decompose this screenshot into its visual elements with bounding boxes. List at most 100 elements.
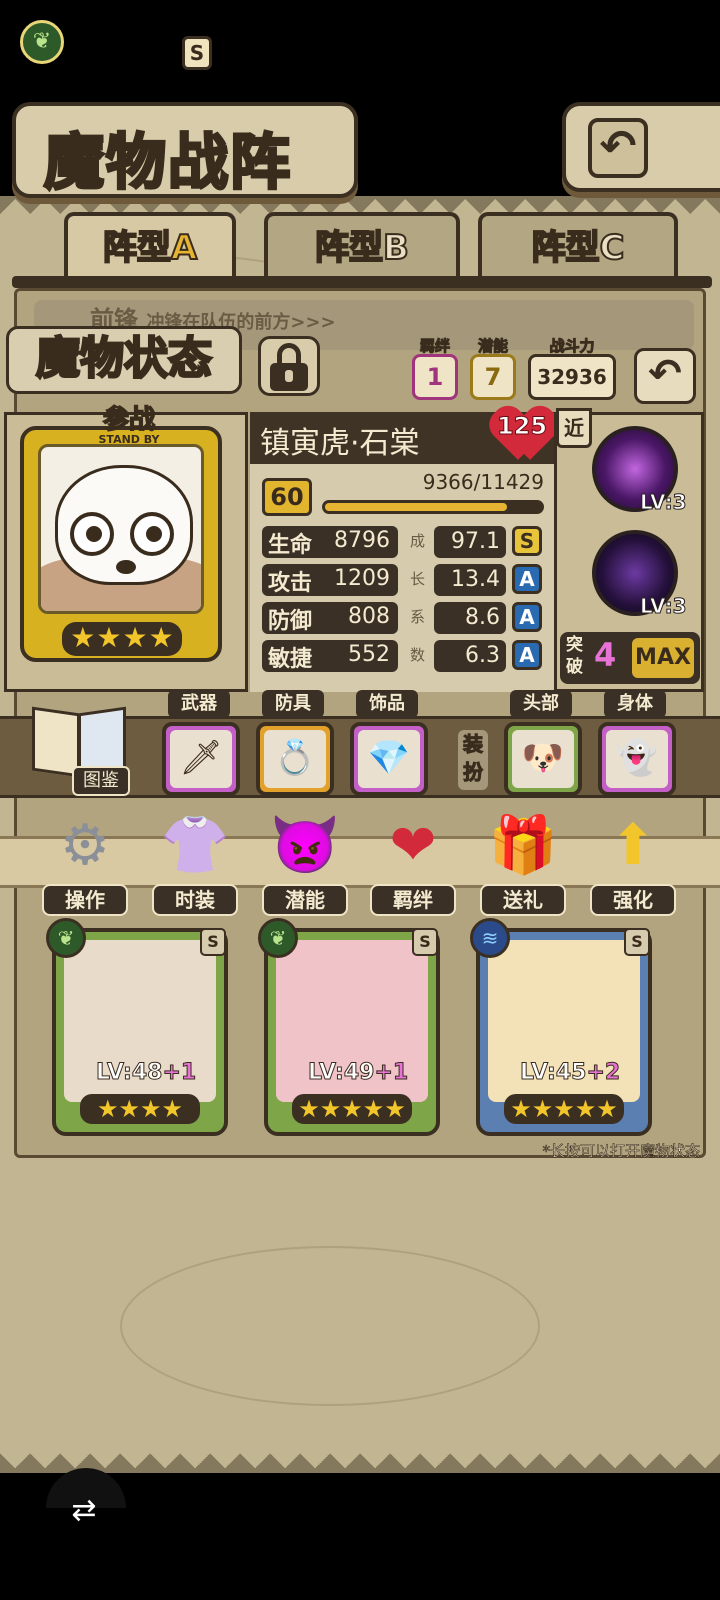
ghost-body-icon: 👻 bbox=[606, 730, 668, 788]
leaf-icon: ❦ bbox=[258, 918, 298, 958]
action-label: 操作 bbox=[42, 884, 128, 916]
body-slot-label: 身体 bbox=[604, 690, 666, 718]
bond-counter[interactable]: 羁绊 1 bbox=[412, 337, 458, 400]
star-icon: ★ bbox=[384, 1095, 406, 1123]
dog-head-icon: 🐶 bbox=[512, 730, 574, 788]
monster-name: 镇寅虎·石棠 bbox=[260, 426, 420, 461]
exp-bar bbox=[322, 500, 544, 514]
stat-value: 552 bbox=[348, 642, 390, 667]
long-press-hint: *长按可以打开魔物状态 bbox=[542, 1142, 700, 1161]
bond-value: 1 bbox=[426, 363, 444, 391]
tab-letter: B bbox=[382, 227, 410, 269]
tab-formation-a[interactable]: 阵型A bbox=[64, 212, 236, 278]
action-upgrade-button[interactable]: ⬆ 强化 bbox=[590, 808, 676, 916]
affection-value: 125 bbox=[496, 412, 548, 441]
action-bond-button[interactable]: ❤ 羁绊 bbox=[370, 808, 456, 916]
team-level-plus: +1 bbox=[162, 1060, 197, 1086]
accessory-slot[interactable]: 💎 bbox=[350, 722, 428, 796]
stat-value: 1209 bbox=[334, 566, 390, 591]
potential-counter[interactable]: 潜能 7 bbox=[470, 337, 516, 400]
star-icon: ★ bbox=[96, 621, 122, 654]
action-gift-button[interactable]: 🎁 送礼 bbox=[480, 808, 566, 916]
break-label: 突破 bbox=[566, 635, 583, 677]
break-value: 4 bbox=[594, 636, 617, 674]
growth-caption: 长 bbox=[410, 570, 426, 588]
return-icon: ↶ bbox=[648, 351, 682, 397]
head-slot[interactable]: 🐶 bbox=[504, 722, 582, 796]
exp-text: 9366/11429 bbox=[422, 470, 544, 494]
outfit-icon: 👚 bbox=[160, 813, 230, 878]
back-button[interactable]: ↶ bbox=[562, 102, 720, 192]
star-icon: ★ bbox=[362, 1095, 385, 1123]
portrait-face bbox=[55, 465, 193, 585]
codex-label: 图鉴 bbox=[72, 766, 130, 796]
star-icon: ★ bbox=[148, 621, 174, 654]
formation-tabs: 阵型A 阵型B 阵型C bbox=[12, 212, 712, 278]
rank-badge: A bbox=[512, 564, 542, 594]
level-badge: 60 bbox=[262, 478, 312, 516]
action-outfit-button[interactable]: 👚 时装 bbox=[152, 808, 238, 916]
star-icon: ★ bbox=[96, 1095, 119, 1123]
action-label: 潜能 bbox=[262, 884, 348, 916]
bond-label: 羁绊 bbox=[419, 337, 450, 356]
action-operate-button[interactable]: ⚙ 操作 bbox=[42, 808, 128, 916]
hearts-icon: ❤ bbox=[389, 813, 437, 878]
stat-value: 8796 bbox=[334, 528, 390, 553]
exp-fill bbox=[325, 503, 508, 511]
action-potential-button[interactable]: 👿 潜能 bbox=[262, 808, 348, 916]
armor-slot-label: 防具 bbox=[262, 690, 324, 718]
star-icon: ★ bbox=[122, 621, 148, 654]
close-status-button[interactable]: ↶ bbox=[634, 348, 696, 404]
weapon-slot-label: 武器 bbox=[168, 690, 230, 718]
power-label: 战斗力 bbox=[549, 337, 595, 356]
grade-badge: S bbox=[182, 36, 212, 70]
star-icon: ★ bbox=[118, 1095, 140, 1123]
star-icon: ★ bbox=[341, 1095, 363, 1123]
tab-letter: C bbox=[599, 227, 626, 269]
stat-box: 生命 8796 bbox=[262, 526, 398, 558]
team-star-rating: ★★★★★ bbox=[504, 1094, 624, 1124]
star-icon: ★ bbox=[319, 1095, 342, 1123]
growth-caption: 数 bbox=[410, 646, 426, 664]
growth-value: 97.1 bbox=[434, 526, 506, 558]
body-slot[interactable]: 👻 bbox=[598, 722, 676, 796]
team-star-rating: ★★★★ bbox=[80, 1094, 200, 1124]
potential-label: 潜能 bbox=[477, 337, 508, 356]
growth-value: 13.4 bbox=[434, 564, 506, 596]
growth-value: 8.6 bbox=[434, 602, 506, 634]
action-label: 送礼 bbox=[480, 884, 566, 916]
tab-formation-b[interactable]: 阵型B bbox=[264, 212, 460, 278]
tab-label: 阵型 bbox=[314, 227, 384, 269]
max-button[interactable]: MAX bbox=[632, 638, 694, 678]
team-grade-badge: S bbox=[200, 928, 226, 956]
gear-icon: ⚙ bbox=[59, 813, 111, 878]
leaf-icon: ❦ bbox=[20, 20, 64, 64]
head-slot-label: 头部 bbox=[510, 690, 572, 718]
armor-slot[interactable]: 💍 bbox=[256, 722, 334, 796]
star-icon: ★ bbox=[510, 1095, 532, 1123]
amulet-icon: 💎 bbox=[358, 730, 420, 788]
stat-box: 敏捷 552 bbox=[262, 640, 398, 672]
water-icon: ≋ bbox=[470, 918, 510, 958]
power-display: 战斗力 32936 bbox=[528, 337, 616, 400]
tab-label: 阵型 bbox=[531, 227, 601, 269]
map-decoration bbox=[120, 1246, 540, 1406]
star-icon: ★ bbox=[531, 1095, 554, 1123]
stat-value: 808 bbox=[348, 604, 390, 629]
tab-letter: A bbox=[170, 227, 198, 269]
ring-icon: 💍 bbox=[264, 730, 326, 788]
star-icon: ★ bbox=[140, 1095, 162, 1123]
weapon-slot[interactable]: 🗡 bbox=[162, 722, 240, 796]
leaf-icon: ❦ bbox=[46, 918, 86, 958]
standby-label: 参战 bbox=[102, 405, 156, 435]
rotate-swap-icon[interactable]: ⇄ bbox=[64, 1496, 104, 1526]
lock-button[interactable] bbox=[258, 336, 320, 396]
tab-formation-c[interactable]: 阵型C bbox=[478, 212, 678, 278]
growth-caption: 成 bbox=[410, 532, 426, 550]
stat-label: 生命 bbox=[268, 533, 313, 558]
team-level: LV:49+1 bbox=[307, 1060, 408, 1086]
star-icon: ★ bbox=[161, 1095, 184, 1123]
star-icon: ★ bbox=[574, 1095, 597, 1123]
standby-en-label: STAND BY bbox=[98, 433, 160, 446]
status-title: 魔物状态 bbox=[6, 326, 242, 394]
